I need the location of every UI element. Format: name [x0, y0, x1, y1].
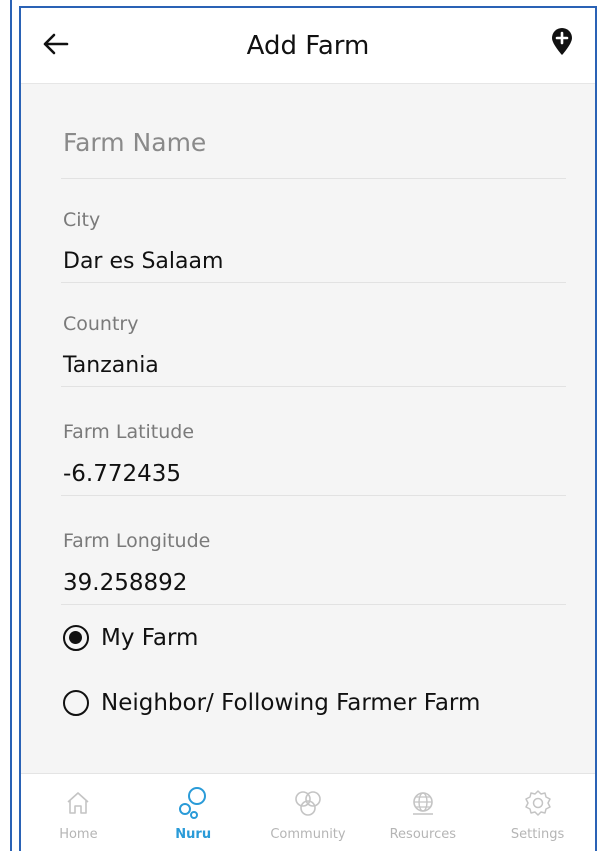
country-label: Country — [63, 313, 139, 335]
city-label: City — [63, 209, 101, 231]
app-bar: Add Farm — [21, 8, 595, 84]
gear-icon — [521, 786, 555, 820]
radio-neighbor-farm-label: Neighbor/ Following Farmer Farm — [101, 690, 481, 716]
longitude-field[interactable]: Farm Longitude 39.258892 — [61, 496, 566, 605]
latitude-label: Farm Latitude — [63, 421, 195, 443]
add-location-icon — [551, 28, 573, 60]
city-field[interactable]: City Dar es Salaam — [61, 179, 566, 283]
nav-label-community: Community — [270, 827, 346, 842]
country-value: Tanzania — [63, 353, 159, 378]
nav-item-nuru[interactable]: Nuru — [136, 774, 251, 851]
nav-item-resources[interactable]: Resources — [365, 774, 480, 851]
radio-my-farm[interactable]: My Farm — [63, 620, 198, 656]
page-title: Add Farm — [246, 31, 370, 61]
latitude-field[interactable]: Farm Latitude -6.772435 — [61, 387, 566, 496]
community-icon — [291, 786, 325, 820]
add-farm-form: Farm Name City Dar es Salaam Country Tan… — [61, 88, 566, 605]
country-field[interactable]: Country Tanzania — [61, 283, 566, 387]
phone-screen: Add Farm Farm Name City Dar es Salaam Co… — [19, 6, 597, 851]
bottom-navigation: Home Nuru Community Resources Settings — [21, 773, 595, 851]
nav-label-settings: Settings — [510, 827, 565, 842]
nav-label-nuru: Nuru — [175, 827, 212, 842]
add-location-button[interactable] — [547, 26, 577, 62]
home-icon — [61, 786, 95, 820]
nav-item-community[interactable]: Community — [251, 774, 366, 851]
radio-unselected-icon[interactable] — [63, 690, 89, 716]
radio-neighbor-farm[interactable]: Neighbor/ Following Farmer Farm — [63, 685, 480, 721]
radio-selected-icon[interactable] — [63, 625, 89, 651]
latitude-value: -6.772435 — [63, 461, 182, 487]
longitude-value: 39.258892 — [63, 570, 188, 596]
nav-label-resources: Resources — [389, 827, 456, 842]
city-value: Dar es Salaam — [63, 249, 224, 274]
left-frame-border — [0, 0, 12, 851]
nav-item-settings[interactable]: Settings — [480, 774, 595, 851]
farm-name-field[interactable]: Farm Name — [61, 88, 566, 179]
farm-name-placeholder: Farm Name — [63, 128, 207, 157]
globe-icon — [406, 786, 440, 820]
radio-my-farm-label: My Farm — [101, 625, 199, 651]
nuru-bubbles-icon — [176, 786, 210, 820]
longitude-label: Farm Longitude — [63, 530, 211, 552]
nav-item-home[interactable]: Home — [21, 774, 136, 851]
nav-label-home: Home — [59, 827, 98, 842]
